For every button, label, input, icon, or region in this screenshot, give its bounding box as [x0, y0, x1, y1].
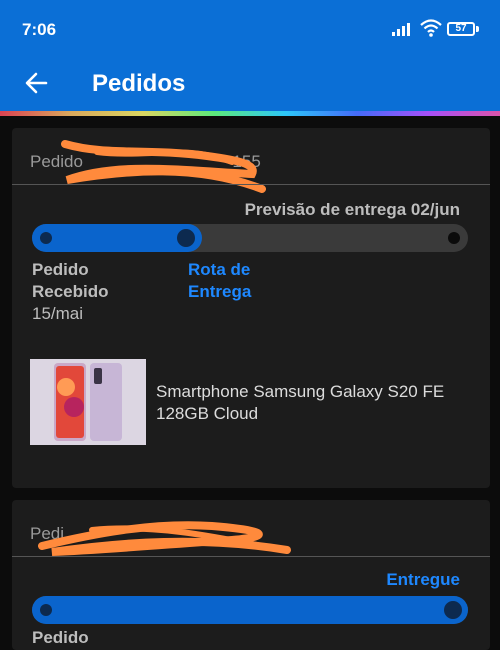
product-name: Smartphone Samsung Galaxy S20 FE 128GB C… — [156, 382, 445, 423]
battery-tip — [476, 26, 479, 32]
progress-track — [32, 224, 468, 252]
step-order-received: Pedido — [32, 628, 89, 647]
status-time: 7:06 — [22, 20, 57, 39]
progress-track — [32, 596, 468, 624]
order-card[interactable]: Pedido 155 Previsão de entrega 02/jun Pe… — [12, 128, 490, 488]
order-status: Entregue — [386, 570, 460, 589]
card-divider — [12, 184, 490, 185]
step-out-for-delivery: Rota de Entrega — [188, 260, 252, 301]
progress-start-dot — [40, 604, 52, 616]
redaction-scribble — [38, 521, 291, 556]
progress-start-dot — [40, 232, 52, 244]
step-order-received: Pedido Recebido — [32, 260, 109, 301]
wifi-icon — [420, 19, 442, 37]
delivery-forecast: Previsão de entrega 02/jun — [244, 200, 460, 219]
redaction-scribble — [61, 140, 266, 193]
progress-fill — [32, 596, 468, 624]
progress-end-dot — [448, 232, 460, 244]
battery-level: 57 — [455, 23, 467, 34]
status-bar: 7:06 57 — [0, 0, 500, 60]
back-arrow-icon[interactable] — [22, 68, 52, 98]
phone-image-icon — [30, 359, 146, 445]
card-divider — [12, 556, 490, 557]
progress-current-marker — [175, 227, 197, 249]
step-order-received-date: 15/mai — [32, 304, 84, 323]
page-title: Pedidos — [92, 70, 186, 97]
signal-icon — [392, 23, 410, 36]
product-image[interactable] — [30, 359, 146, 445]
order-card[interactable]: Pedi Entregue Pedido — [12, 500, 490, 650]
app-bar-accent — [0, 111, 500, 116]
progress-current-marker — [442, 599, 464, 621]
battery-icon: 57 — [447, 22, 475, 36]
